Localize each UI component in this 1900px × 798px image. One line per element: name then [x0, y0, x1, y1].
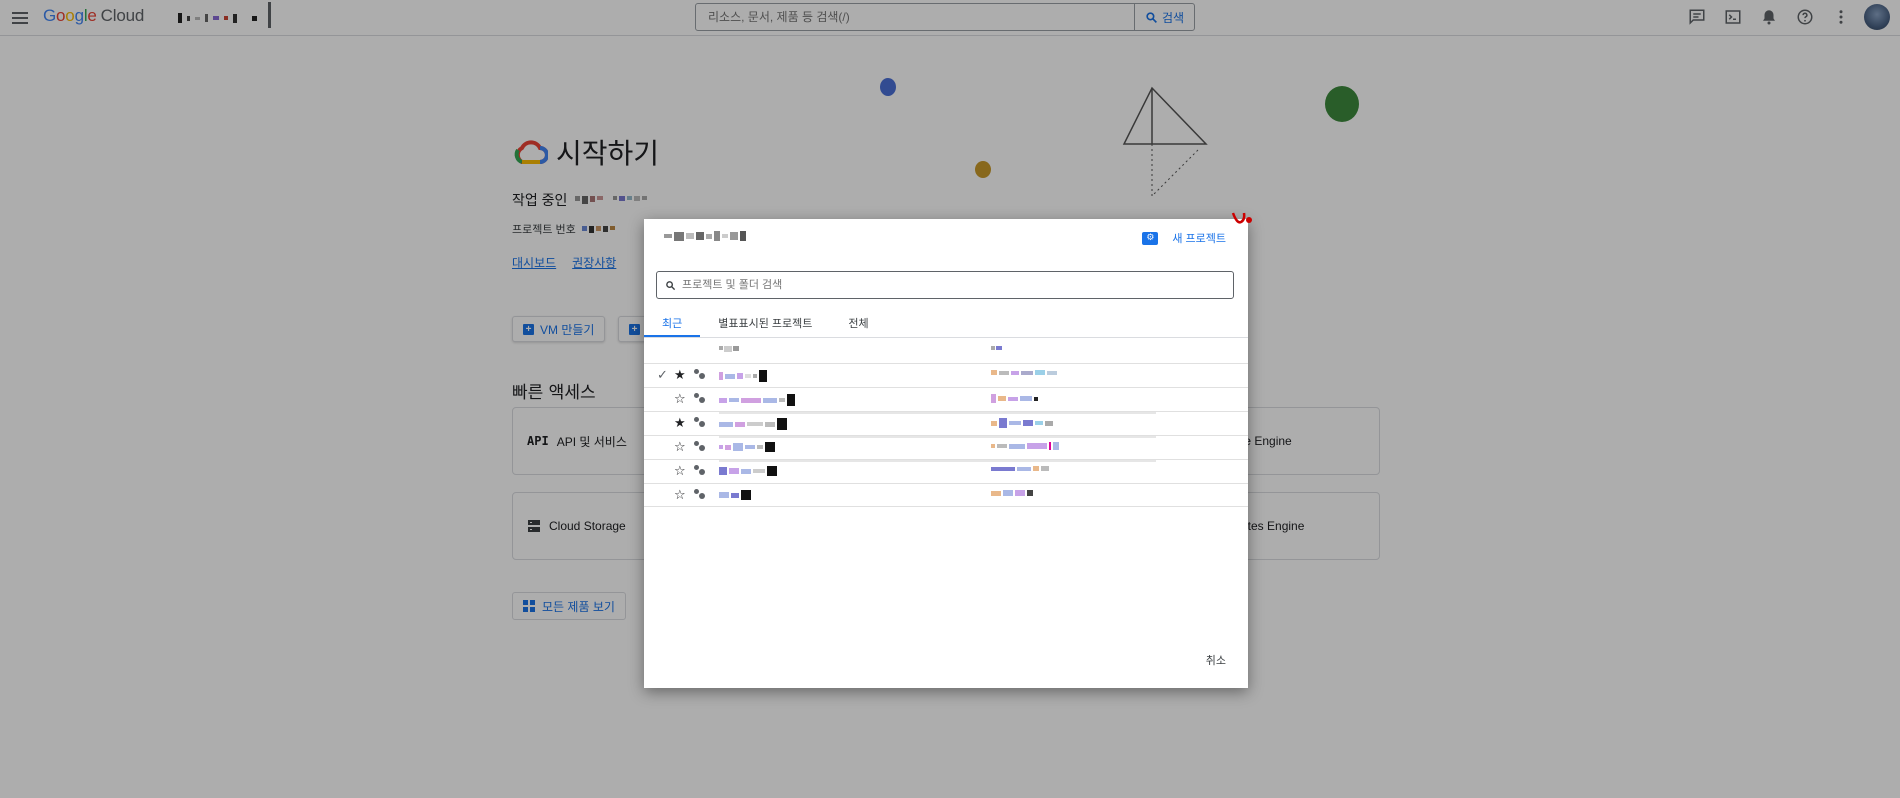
project-type-icon	[694, 417, 706, 429]
project-search-box[interactable]	[656, 271, 1234, 299]
project-id-redacted	[991, 370, 1057, 375]
table-row[interactable]: ☆	[644, 459, 1248, 483]
star-outline-icon[interactable]: ☆	[674, 463, 686, 479]
tab-starred[interactable]: 별표표시된 프로젝트	[700, 311, 830, 337]
project-name-redacted[interactable]	[719, 394, 795, 406]
table-row[interactable]: ☆	[644, 435, 1248, 462]
project-type-icon	[694, 489, 706, 501]
close-annotation-mark	[1231, 212, 1252, 224]
tab-all[interactable]: 전체	[830, 311, 886, 337]
table-row[interactable]: ★	[644, 411, 1248, 438]
star-outline-icon[interactable]: ☆	[674, 391, 686, 407]
search-icon	[666, 280, 676, 290]
check-icon: ✓	[657, 367, 668, 382]
project-id-redacted	[991, 466, 1049, 471]
table-row[interactable]: ✓ ★	[644, 363, 1248, 387]
project-name-redacted[interactable]	[719, 418, 787, 430]
project-picker-dialog: 새 프로젝트 최근 별표표시된 프로젝트 전체 ✓ ★	[644, 219, 1248, 688]
project-id-redacted	[991, 490, 1033, 496]
dialog-title-redacted	[664, 231, 746, 241]
star-filled-icon[interactable]: ★	[674, 415, 686, 431]
project-name-redacted[interactable]	[719, 442, 775, 452]
project-id-redacted	[991, 394, 1038, 403]
table-row[interactable]: ☆	[644, 483, 1248, 507]
folder-settings-icon	[1142, 231, 1159, 245]
id-column-header-redacted	[991, 346, 1002, 350]
cancel-button[interactable]: 취소	[1206, 652, 1226, 668]
project-tabs: 최근 별표표시된 프로젝트 전체	[644, 311, 1248, 338]
project-type-icon	[694, 441, 706, 453]
star-outline-icon[interactable]: ☆	[674, 487, 686, 503]
project-type-icon	[694, 369, 706, 381]
tab-recent[interactable]: 최근	[644, 311, 701, 337]
project-name-redacted[interactable]	[719, 370, 767, 382]
project-type-icon	[694, 465, 706, 477]
name-column-header-redacted	[719, 346, 739, 352]
table-header	[644, 339, 1248, 363]
star-outline-icon[interactable]: ☆	[674, 439, 686, 455]
project-table: ✓ ★ ☆ ★ ☆ ☆ ☆	[644, 339, 1248, 507]
project-name-redacted[interactable]	[719, 466, 777, 476]
new-project-button[interactable]: 새 프로젝트	[1142, 230, 1226, 246]
project-type-icon	[694, 393, 706, 405]
project-search-input[interactable]	[682, 279, 1233, 291]
project-name-redacted[interactable]	[719, 490, 751, 500]
star-filled-icon[interactable]: ★	[674, 367, 686, 383]
project-id-redacted	[991, 418, 1053, 428]
table-row[interactable]: ☆	[644, 387, 1248, 414]
project-id-redacted	[991, 442, 1059, 450]
